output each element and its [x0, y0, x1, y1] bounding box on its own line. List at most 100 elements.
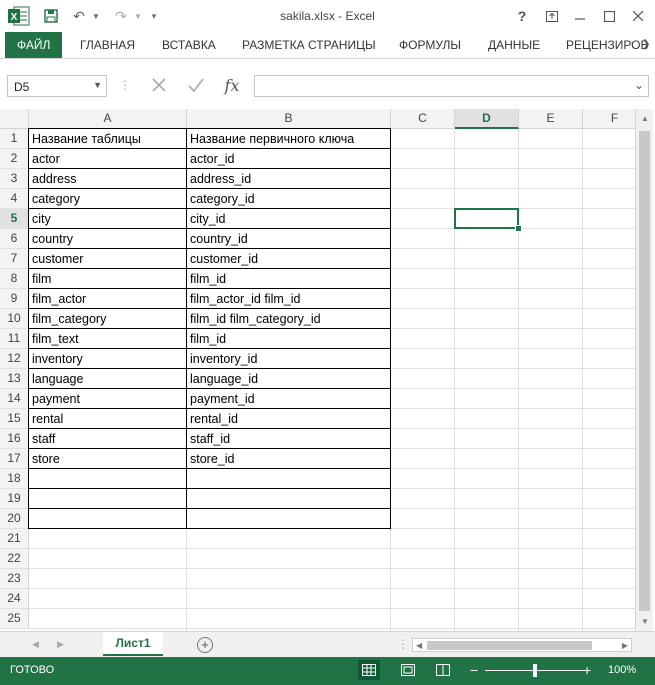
cancel-entry-icon[interactable] [145, 73, 173, 97]
row-header-10[interactable]: 10 [0, 309, 29, 329]
cell-b13[interactable]: language_id [187, 369, 391, 389]
row-header-24[interactable]: 24 [0, 589, 29, 609]
column-header-d[interactable]: D [455, 109, 519, 129]
column-header-f[interactable]: F [583, 109, 635, 129]
cell-a9[interactable]: film_actor [29, 289, 187, 309]
row-header-5[interactable]: 5 [0, 209, 29, 229]
insert-function-icon[interactable]: fx [218, 73, 246, 97]
row-header-21[interactable]: 21 [0, 529, 29, 549]
close-icon[interactable] [626, 6, 650, 26]
row-header-22[interactable]: 22 [0, 549, 29, 569]
tab-split-handle-icon[interactable]: ⋮ [397, 637, 409, 651]
row-header-7[interactable]: 7 [0, 249, 29, 269]
cell-b11[interactable]: film_id [187, 329, 391, 349]
normal-view-icon[interactable] [358, 660, 380, 680]
scroll-up-icon[interactable]: ▲ [641, 114, 649, 123]
cell-a20[interactable] [29, 509, 187, 529]
minimize-icon[interactable] [568, 6, 592, 26]
cell-a14[interactable]: payment [29, 389, 187, 409]
zoom-in-icon[interactable]: + [583, 662, 591, 678]
cell-b15[interactable]: rental_id [187, 409, 391, 429]
expand-formula-bar-icon[interactable]: ⌄ [634, 78, 644, 92]
cell-a19[interactable] [29, 489, 187, 509]
help-icon[interactable]: ? [510, 6, 534, 26]
scroll-right-icon[interactable]: ▶ [622, 641, 628, 650]
maximize-icon[interactable] [597, 6, 621, 26]
fill-handle[interactable] [515, 225, 522, 232]
cell-a13[interactable]: language [29, 369, 187, 389]
tab-page-layout[interactable]: РАЗМЕТКА СТРАНИЦЫ [242, 32, 376, 58]
tab-review[interactable]: РЕЦЕНЗИРОВ [566, 32, 649, 58]
tab-file[interactable]: ФАЙЛ [5, 32, 63, 58]
ribbon-scroll-right-icon[interactable]: ❯ [642, 32, 650, 58]
row-header-2[interactable]: 2 [0, 149, 29, 169]
cell-b3[interactable]: address_id [187, 169, 391, 189]
cell-a8[interactable]: film [29, 269, 187, 289]
cell-b8[interactable]: film_id [187, 269, 391, 289]
cell-a16[interactable]: staff [29, 429, 187, 449]
zoom-slider-thumb[interactable] [533, 664, 537, 677]
cell-a10[interactable]: film_category [29, 309, 187, 329]
page-break-view-icon[interactable] [432, 660, 454, 680]
tab-home[interactable]: ГЛАВНАЯ [80, 32, 135, 58]
name-box[interactable]: D5 ▼ [7, 75, 107, 97]
row-header-4[interactable]: 4 [0, 189, 29, 209]
cell-b12[interactable]: inventory_id [187, 349, 391, 369]
tab-data[interactable]: ДАННЫЕ [488, 32, 540, 58]
scroll-left-icon[interactable]: ◀ [416, 641, 422, 650]
row-header-13[interactable]: 13 [0, 369, 29, 389]
add-sheet-icon[interactable]: + [197, 637, 213, 653]
page-layout-view-icon[interactable] [397, 660, 419, 680]
cell-a4[interactable]: category [29, 189, 187, 209]
cell-b9[interactable]: film_actor_id film_id [187, 289, 391, 309]
row-header-15[interactable]: 15 [0, 409, 29, 429]
column-header-e[interactable]: E [519, 109, 583, 129]
vertical-scrollbar[interactable]: ▲ ▼ [635, 109, 653, 631]
column-header-c[interactable]: C [391, 109, 455, 129]
tab-formulas[interactable]: ФОРМУЛЫ [399, 32, 461, 58]
cell-a18[interactable] [29, 469, 187, 489]
vertical-scroll-thumb[interactable] [639, 131, 650, 611]
enter-entry-icon[interactable] [182, 73, 210, 97]
sheet-tab-1[interactable]: Лист1 [103, 632, 163, 656]
cell-b4[interactable]: category_id [187, 189, 391, 209]
cell-a6[interactable]: country [29, 229, 187, 249]
horizontal-scrollbar[interactable]: ◀ ▶ [412, 638, 632, 652]
row-header-1[interactable]: 1 [0, 129, 29, 149]
row-header-9[interactable]: 9 [0, 289, 29, 309]
cell-a2[interactable]: actor [29, 149, 187, 169]
zoom-level[interactable]: 100% [608, 664, 636, 676]
ribbon-display-icon[interactable] [540, 6, 564, 26]
cell-b16[interactable]: staff_id [187, 429, 391, 449]
sheet-next-icon[interactable]: ▶ [57, 639, 64, 650]
cell-a1[interactable]: Название таблицы [29, 129, 187, 149]
cell-b20[interactable] [187, 509, 391, 529]
row-header-25[interactable]: 25 [0, 609, 29, 629]
name-box-dropdown-icon[interactable]: ▼ [93, 80, 102, 90]
cell-b1[interactable]: Название первичного ключа [187, 129, 391, 149]
row-header-6[interactable]: 6 [0, 229, 29, 249]
row-header-11[interactable]: 11 [0, 329, 29, 349]
row-header-3[interactable]: 3 [0, 169, 29, 189]
cell-b19[interactable] [187, 489, 391, 509]
cell-a12[interactable]: inventory [29, 349, 187, 369]
row-header-19[interactable]: 19 [0, 489, 29, 509]
cell-b14[interactable]: payment_id [187, 389, 391, 409]
row-header-12[interactable]: 12 [0, 349, 29, 369]
formula-input[interactable]: ⌄ [254, 75, 649, 97]
cell-b17[interactable]: store_id [187, 449, 391, 469]
row-header-17[interactable]: 17 [0, 449, 29, 469]
row-header-16[interactable]: 16 [0, 429, 29, 449]
row-header-20[interactable]: 20 [0, 509, 29, 529]
zoom-out-icon[interactable]: − [470, 662, 478, 678]
cell-b5[interactable]: city_id [187, 209, 391, 229]
cell-b2[interactable]: actor_id [187, 149, 391, 169]
cell-b10[interactable]: film_id film_category_id [187, 309, 391, 329]
tab-insert[interactable]: ВСТАВКА [162, 32, 216, 58]
worksheet-grid[interactable]: ABCDEF 1 2 3 4 5 6 7 8 9 10 11 12 13 14 15 16 17 18 19 20 21… [0, 109, 635, 631]
row-header-8[interactable]: 8 [0, 269, 29, 289]
cell-a5[interactable]: city [29, 209, 187, 229]
cell-b6[interactable]: country_id [187, 229, 391, 249]
cell-b18[interactable] [187, 469, 391, 489]
column-header-b[interactable]: B [187, 109, 391, 129]
